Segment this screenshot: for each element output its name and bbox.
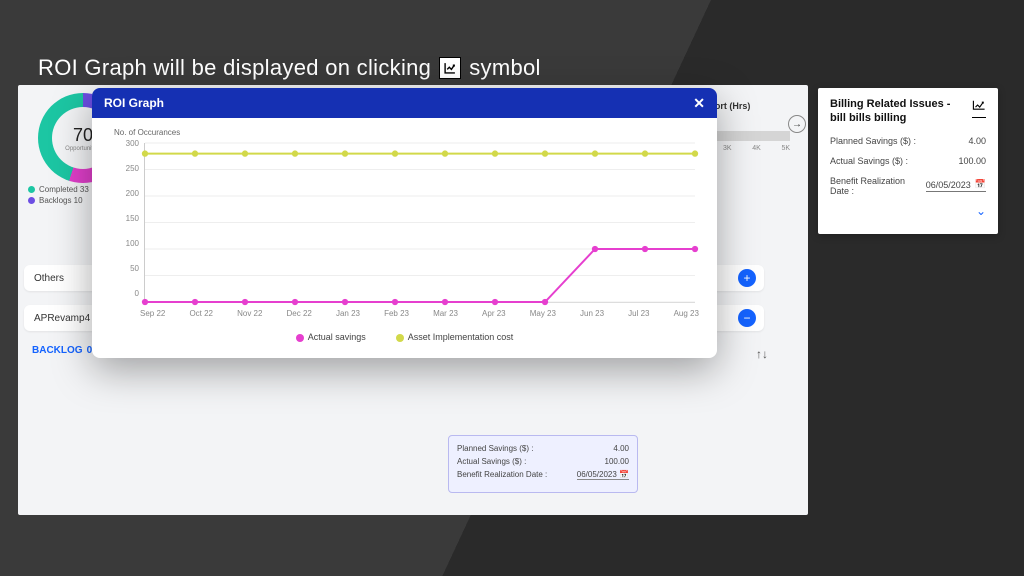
expand-chevron[interactable]: ⌄ [830, 204, 986, 218]
chart-legend: Actual savings Asset Implementation cost [110, 332, 699, 342]
x-tick: Aug 23 [674, 309, 699, 318]
x-tick: Sep 22 [140, 309, 165, 318]
x-tick: May 23 [530, 309, 556, 318]
field-label: Planned Savings ($) : [830, 136, 916, 146]
close-button[interactable]: ✕ [693, 95, 705, 112]
field-label: Actual Savings ($) : [830, 156, 908, 166]
date-input[interactable]: 06/05/2023📅 [926, 179, 986, 192]
donut-value: 70 [73, 125, 93, 146]
field-label: Benefit Realization Date : [457, 470, 547, 480]
field-value: 4.00 [968, 136, 986, 146]
field-value: 100.00 [605, 457, 629, 466]
x-tick: Mar 23 [433, 309, 458, 318]
legend-dot [296, 334, 304, 342]
x-tick: Apr 23 [482, 309, 506, 318]
modal-title: ROI Graph [104, 96, 164, 110]
roi-graph-icon [439, 57, 461, 79]
x-tick: Oct 22 [189, 309, 213, 318]
calendar-icon: 📅 [975, 179, 986, 190]
legend-label: Completed 33 [39, 185, 89, 194]
backlog-label: BACKLOG0 [28, 345, 92, 356]
field-value: 100.00 [958, 156, 986, 166]
sort-icon[interactable]: ↑↓ [756, 347, 768, 361]
collapse-button[interactable]: − [738, 309, 756, 327]
field-label: Actual Savings ($) : [457, 457, 526, 466]
legend-label: Asset Implementation cost [408, 332, 514, 342]
legend-dot [396, 334, 404, 342]
legend-label: Actual savings [308, 332, 366, 342]
tick: 4K [752, 145, 761, 152]
legend-dot [28, 186, 35, 193]
y-axis-title: No. of Occurances [114, 128, 699, 137]
section-label: APRevamp4 [34, 313, 90, 324]
savings-card: Planned Savings ($) : 4.00 Actual Savings… [448, 435, 638, 493]
tick: 5K [781, 145, 790, 152]
roi-graph-modal: ROI Graph ✕ No. of Occurances 3002502001… [92, 88, 717, 358]
next-arrow-button[interactable]: → [788, 115, 806, 133]
x-tick: Jul 23 [628, 309, 649, 318]
donut-legend: Completed 33 Backlogs 10 [28, 185, 89, 207]
x-tick: Jun 23 [580, 309, 604, 318]
legend-label: Backlogs 10 [39, 196, 83, 205]
billing-issues-card: Billing Related Issues - bill bills bill… [818, 88, 998, 234]
sidecard-title: Billing Related Issues - bill bills bill… [830, 98, 960, 126]
x-tick: Nov 22 [237, 309, 262, 318]
x-tick: Dec 22 [287, 309, 312, 318]
legend-dot [28, 197, 35, 204]
roi-chart: 300250200150100500 [144, 143, 695, 303]
date-value: 06/05/2023 📅 [577, 470, 629, 480]
x-tick: Jan 23 [336, 309, 360, 318]
x-tick: Feb 23 [384, 309, 409, 318]
expand-button[interactable]: + [738, 269, 756, 287]
tick: 3K [723, 145, 732, 152]
section-label: Others [34, 273, 64, 284]
caption-pre: ROI Graph will be displayed on clicking [38, 55, 431, 81]
field-label: Planned Savings ($) : [457, 444, 534, 453]
page-caption: ROI Graph will be displayed on clicking … [38, 55, 541, 81]
caption-post: symbol [469, 55, 541, 81]
roi-graph-icon[interactable] [972, 98, 986, 118]
field-value: 4.00 [613, 444, 629, 453]
field-label: Benefit Realization Date : [830, 176, 926, 196]
